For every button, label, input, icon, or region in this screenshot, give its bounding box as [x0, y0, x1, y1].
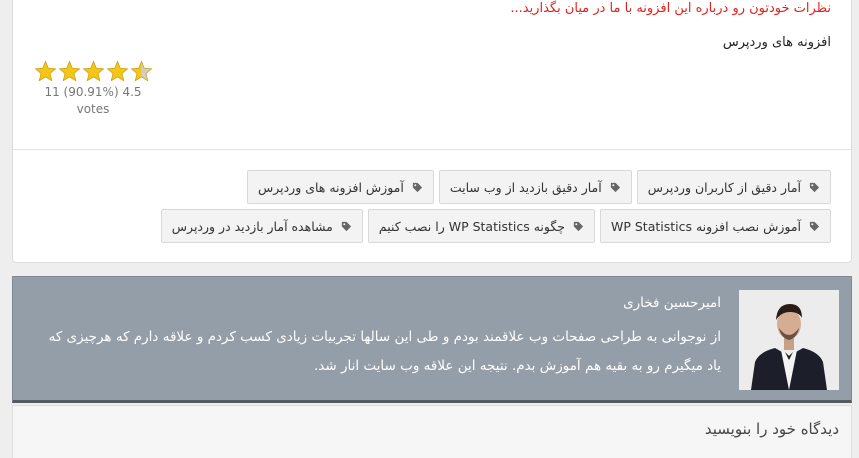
tag-link[interactable]: مشاهده آمار بازدید در وردپرس	[160, 209, 363, 243]
comment-form: دیدگاه خود را بنویسید	[12, 405, 852, 458]
star-rating[interactable]: 11 (90.91%) 4.5 votes	[33, 60, 153, 117]
tag-icon	[573, 221, 584, 231]
star-icon[interactable]	[129, 60, 153, 83]
tag-icon	[341, 221, 351, 231]
comment-form-title: دیدگاه خود را بنویسید	[704, 420, 839, 438]
tag-label: آموزش نصب افزونه WP Statistics	[610, 218, 801, 234]
rating-votes-label: votes	[76, 102, 110, 116]
author-bio: از نوجوانی به طراحی صفحات وب علاقمند بود…	[48, 329, 721, 374]
post-footer-card: نظرات خودتون رو درباره این افزونه با ما …	[12, 0, 852, 263]
tag-icon	[809, 182, 820, 192]
tag-label: چگونه WP Statistics را نصب کنیم	[378, 218, 565, 234]
tag-label: مشاهده آمار بازدید در وردپرس	[171, 218, 333, 234]
comment-invite-text: نظرات خودتون رو درباره این افزونه با ما …	[510, 1, 831, 16]
tag-icon	[809, 221, 820, 231]
rating-stars[interactable]	[33, 60, 153, 83]
star-icon[interactable]	[105, 60, 129, 83]
tag-label: آمار دقیق بازدید از وب سایت	[449, 179, 602, 195]
star-icon[interactable]	[57, 60, 81, 83]
author-name[interactable]: امیرحسین فخاری	[623, 295, 721, 311]
author-avatar[interactable]	[739, 290, 839, 390]
tag-link[interactable]: آموزش افزونه های وردپرس	[246, 170, 434, 204]
rating-summary: 11 (90.91%) 4.5	[44, 85, 142, 99]
tag-link[interactable]: آموزش نصب افزونه WP Statistics	[599, 209, 831, 243]
tag-icon	[412, 182, 422, 192]
star-icon[interactable]	[81, 60, 105, 83]
post-tags: آمار دقیق از کاربران وردپرس آمار دقیق باز…	[71, 170, 831, 243]
author-box: امیرحسین فخاری از نوجوانی به طراحی صفحات…	[12, 276, 852, 403]
author-photo	[739, 290, 839, 390]
tag-link[interactable]: آمار دقیق از کاربران وردپرس	[636, 170, 831, 204]
tag-label: آمار دقیق از کاربران وردپرس	[647, 179, 801, 195]
tag-icon	[610, 182, 620, 192]
tag-link[interactable]: آمار دقیق بازدید از وب سایت	[438, 170, 632, 204]
post-category[interactable]: افزونه های وردپرس	[723, 35, 831, 50]
tag-label: آموزش افزونه های وردپرس	[257, 179, 404, 195]
section-divider	[13, 149, 851, 150]
tag-link[interactable]: چگونه WP Statistics را نصب کنیم	[367, 209, 595, 243]
star-icon[interactable]	[33, 60, 57, 83]
